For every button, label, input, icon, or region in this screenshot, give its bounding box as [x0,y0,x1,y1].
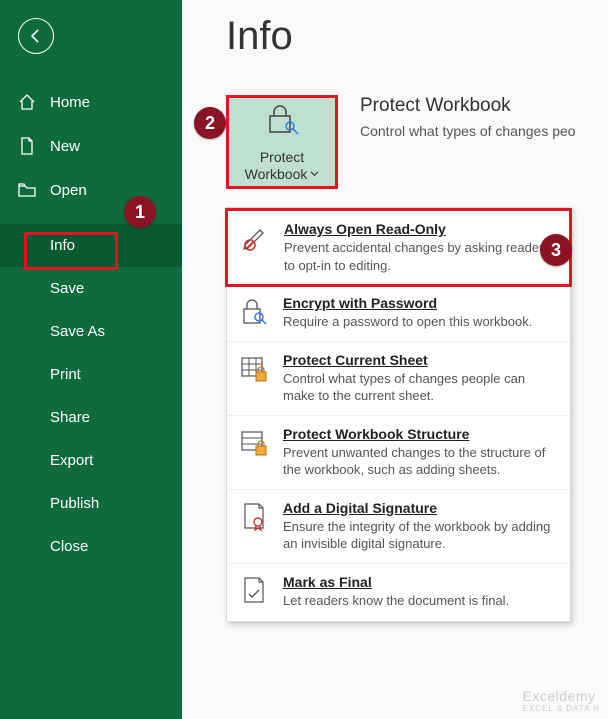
sidebar-item-label: Close [50,538,88,555]
protect-workbook-label: Protect Workbook [245,149,320,183]
sidebar-item-label: New [50,138,80,155]
workbook-lock-icon [237,426,271,479]
lock-key-icon [237,295,271,331]
protect-workbook-menu: Always Open Read-Only Prevent accidental… [226,207,571,622]
menu-item-desc: Prevent unwanted changes to the structur… [283,444,558,479]
home-icon [18,93,36,111]
sidebar-item-label: Print [50,366,81,383]
info-pane: Info Protect Workbook [182,0,608,719]
menu-item-title: Mark as Final [283,574,558,590]
protect-workbook-button[interactable]: Protect Workbook [226,95,338,189]
chevron-down-icon [310,169,319,178]
sidebar-item-label: Home [50,94,90,111]
lock-key-icon [262,102,302,143]
new-doc-icon [18,137,36,155]
callout-badge-2: 2 [194,107,226,139]
menu-item-protect-structure[interactable]: Protect Workbook Structure Prevent unwan… [227,416,570,490]
arrow-left-icon [28,28,44,44]
backstage-sidebar: Home New Open Info Save Save As Print Sh… [0,0,182,719]
sidebar-item-save-as[interactable]: Save As [0,310,182,353]
sidebar-item-home[interactable]: Home [0,80,182,124]
menu-item-digital-signature[interactable]: Add a Digital Signature Ensure the integ… [227,490,570,564]
page-title: Info [226,14,608,59]
sidebar-item-label: Export [50,452,93,469]
menu-item-desc: Require a password to open this workbook… [283,313,558,331]
protect-workbook-description: Protect Workbook Control what types of c… [360,95,576,139]
sidebar-item-close[interactable]: Close [0,525,182,568]
menu-item-protect-sheet[interactable]: Protect Current Sheet Control what types… [227,342,570,416]
document-final-icon [237,574,271,610]
sidebar-item-label: Share [50,409,90,426]
menu-item-title: Always Open Read-Only [284,221,557,237]
sidebar-item-publish[interactable]: Publish [0,482,182,525]
menu-item-desc: Control what types of changes people can… [283,370,558,405]
sidebar-item-label: Info [50,237,75,254]
menu-item-read-only[interactable]: Always Open Read-Only Prevent accidental… [225,208,572,287]
watermark: Exceldemy EXCEL & DATA H [523,688,600,713]
callout-badge-1: 1 [124,196,156,228]
protect-heading: Protect Workbook [360,95,576,117]
pencil-no-icon [238,221,272,274]
menu-item-desc: Let readers know the document is final. [283,592,558,610]
menu-item-desc: Prevent accidental changes by asking rea… [284,239,557,274]
sheet-lock-icon [237,352,271,405]
menu-item-encrypt[interactable]: Encrypt with Password Require a password… [227,285,570,342]
sidebar-item-new[interactable]: New [0,124,182,168]
menu-item-desc: Ensure the integrity of the workbook by … [283,518,558,553]
protect-desc: Control what types of changes peo [360,123,576,139]
menu-item-title: Encrypt with Password [283,295,558,311]
sidebar-item-print[interactable]: Print [0,353,182,396]
sidebar-item-label: Save [50,280,84,297]
sidebar-item-label: Save As [50,323,105,340]
sidebar-item-info[interactable]: Info [0,224,182,267]
sidebar-item-save[interactable]: Save [0,267,182,310]
back-button[interactable] [18,18,54,54]
callout-badge-3: 3 [540,234,572,266]
menu-item-title: Add a Digital Signature [283,500,558,516]
sidebar-item-share[interactable]: Share [0,396,182,439]
menu-item-title: Protect Current Sheet [283,352,558,368]
menu-item-title: Protect Workbook Structure [283,426,558,442]
menu-item-mark-final[interactable]: Mark as Final Let readers know the docum… [227,564,570,620]
open-folder-icon [18,181,36,199]
sidebar-item-label: Publish [50,495,99,512]
sidebar-item-export[interactable]: Export [0,439,182,482]
signature-ribbon-icon [237,500,271,553]
sidebar-item-label: Open [50,182,87,199]
